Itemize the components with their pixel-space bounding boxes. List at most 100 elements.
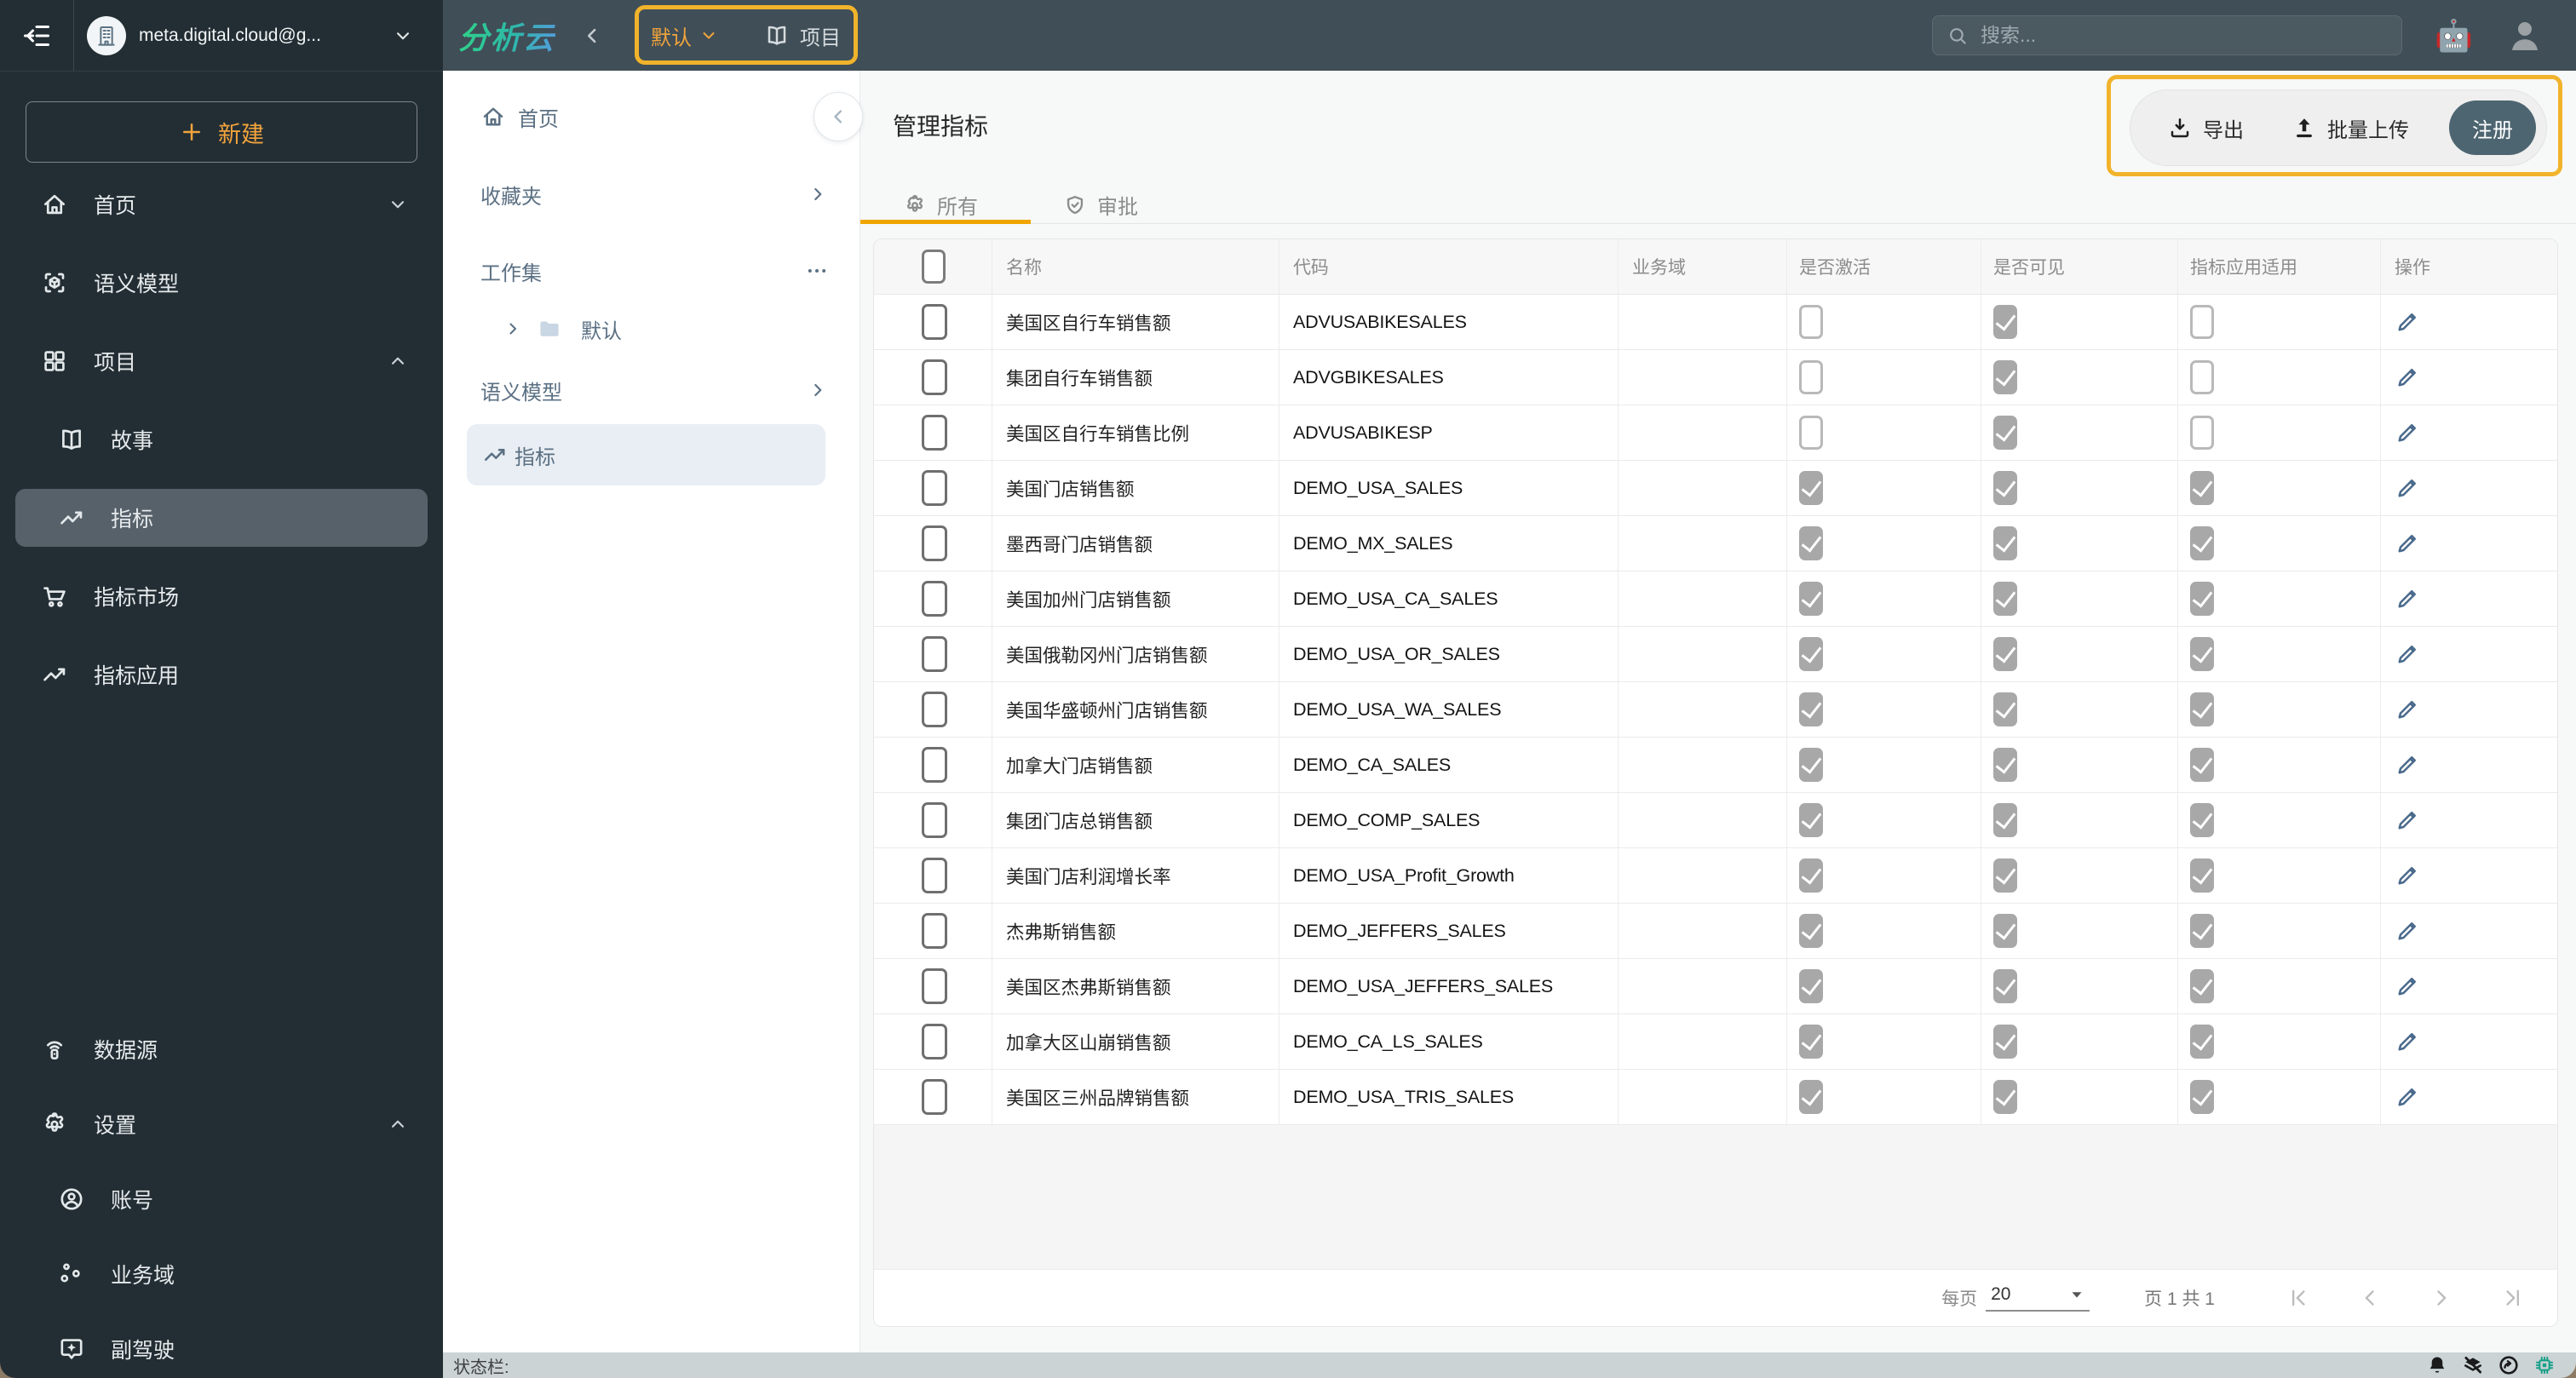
edit-icon[interactable] — [2395, 475, 2420, 501]
visible-checkbox[interactable] — [1993, 692, 2017, 726]
sidebar-item-metric-app[interactable]: 指标应用 — [0, 646, 443, 703]
chevron-right-icon[interactable] — [503, 319, 523, 339]
active-checkbox[interactable] — [1799, 360, 1823, 394]
edit-icon[interactable] — [2395, 641, 2420, 667]
sidebar-item-home[interactable]: 首页 — [0, 175, 443, 233]
visible-checkbox[interactable] — [1993, 637, 2017, 671]
panel-item-default-folder[interactable]: 默认 — [480, 301, 829, 356]
row-select-checkbox[interactable] — [922, 913, 947, 949]
row-select-checkbox[interactable] — [922, 858, 947, 893]
sidebar-item-semantic-model[interactable]: 语义模型 — [0, 254, 443, 312]
edit-icon[interactable] — [2395, 863, 2420, 888]
edit-icon[interactable] — [2395, 752, 2420, 778]
column-header-visible[interactable]: 是否可见 — [1981, 239, 2177, 294]
active-checkbox[interactable] — [1799, 748, 1823, 782]
visible-checkbox[interactable] — [1993, 305, 2017, 339]
edit-icon[interactable] — [2395, 531, 2420, 556]
bell-icon[interactable] — [2426, 1354, 2448, 1376]
select-all-checkbox[interactable] — [922, 250, 946, 284]
sidebar-item-project[interactable]: 项目 — [0, 332, 443, 390]
visible-checkbox[interactable] — [1993, 969, 2017, 1003]
sidebar-item-copilot[interactable]: 副驾驶 — [0, 1320, 443, 1378]
sidebar-item-metrics[interactable]: 指标 — [15, 489, 428, 547]
export-button[interactable]: 导出 — [2167, 113, 2244, 143]
active-checkbox[interactable] — [1799, 803, 1823, 837]
active-checkbox[interactable] — [1799, 637, 1823, 671]
next-page-icon[interactable] — [2429, 1286, 2453, 1310]
app-applicable-checkbox[interactable] — [2190, 1080, 2214, 1114]
panel-item-favorites[interactable]: 收藏夹 — [480, 167, 829, 221]
app-applicable-checkbox[interactable] — [2190, 914, 2214, 948]
row-select-checkbox[interactable] — [922, 747, 947, 783]
workspace-dropdown[interactable]: 默认 — [651, 20, 719, 50]
app-applicable-checkbox[interactable] — [2190, 416, 2214, 450]
app-applicable-checkbox[interactable] — [2190, 305, 2214, 339]
active-checkbox[interactable] — [1799, 914, 1823, 948]
app-applicable-checkbox[interactable] — [2190, 969, 2214, 1003]
row-select-checkbox[interactable] — [922, 692, 947, 727]
row-select-checkbox[interactable] — [922, 802, 947, 838]
edit-icon[interactable] — [2395, 365, 2420, 390]
tab-all[interactable]: 所有 — [903, 190, 978, 220]
column-header-operations[interactable]: 操作 — [2380, 239, 2557, 294]
visible-checkbox[interactable] — [1993, 360, 2017, 394]
visible-checkbox[interactable] — [1993, 1025, 2017, 1059]
visible-checkbox[interactable] — [1993, 858, 2017, 893]
register-button[interactable]: 注册 — [2449, 100, 2536, 155]
row-select-checkbox[interactable] — [922, 1079, 947, 1115]
bulk-upload-button[interactable]: 批量上传 — [2291, 113, 2409, 143]
ellipsis-icon[interactable] — [805, 259, 829, 283]
assistant-robot-icon[interactable]: 🤖 — [2435, 18, 2473, 54]
panel-item-workset[interactable]: 工作集 — [480, 244, 829, 298]
row-select-checkbox[interactable] — [922, 1024, 947, 1059]
back-chevron-icon[interactable] — [579, 23, 605, 49]
column-header-code[interactable]: 代码 — [1279, 239, 1618, 294]
sidebar-item-account[interactable]: 账号 — [0, 1170, 443, 1228]
visible-checkbox[interactable] — [1993, 748, 2017, 782]
app-applicable-checkbox[interactable] — [2190, 637, 2214, 671]
column-header-app-applicable[interactable]: 指标应用适用 — [2177, 239, 2380, 294]
app-applicable-checkbox[interactable] — [2190, 748, 2214, 782]
row-select-checkbox[interactable] — [922, 304, 947, 340]
sidebar-item-settings[interactable]: 设置 — [0, 1095, 443, 1153]
edit-icon[interactable] — [2395, 309, 2420, 335]
panel-item-home[interactable]: 首页 — [480, 89, 829, 144]
edit-icon[interactable] — [2395, 1084, 2420, 1110]
active-checkbox[interactable] — [1799, 858, 1823, 893]
edit-icon[interactable] — [2395, 1029, 2420, 1054]
app-applicable-checkbox[interactable] — [2190, 1025, 2214, 1059]
sidebar-item-datasource[interactable]: 数据源 — [0, 1020, 443, 1078]
active-checkbox[interactable] — [1799, 692, 1823, 726]
edit-icon[interactable] — [2395, 918, 2420, 944]
active-checkbox[interactable] — [1799, 305, 1823, 339]
layers-off-icon[interactable] — [2462, 1354, 2484, 1376]
column-header-domain[interactable]: 业务域 — [1618, 239, 1786, 294]
panel-item-metrics[interactable]: 指标 — [467, 424, 825, 485]
row-select-checkbox[interactable] — [922, 415, 947, 451]
app-applicable-checkbox[interactable] — [2190, 471, 2214, 505]
active-checkbox[interactable] — [1799, 471, 1823, 505]
user-avatar-icon[interactable] — [2504, 15, 2545, 56]
active-checkbox[interactable] — [1799, 969, 1823, 1003]
panel-item-semantic-model[interactable]: 语义模型 — [480, 363, 829, 417]
new-button[interactable]: 新建 — [26, 101, 417, 163]
visible-checkbox[interactable] — [1993, 1080, 2017, 1114]
row-select-checkbox[interactable] — [922, 359, 947, 395]
active-checkbox[interactable] — [1799, 416, 1823, 450]
visible-checkbox[interactable] — [1993, 416, 2017, 450]
row-select-checkbox[interactable] — [922, 636, 947, 672]
panel-collapse-button[interactable] — [814, 92, 863, 141]
app-applicable-checkbox[interactable] — [2190, 692, 2214, 726]
app-applicable-checkbox[interactable] — [2190, 858, 2214, 893]
search-input[interactable] — [1979, 23, 2388, 48]
row-select-checkbox[interactable] — [922, 581, 947, 617]
edit-icon[interactable] — [2395, 697, 2420, 722]
chip-icon[interactable] — [2533, 1354, 2556, 1376]
sidebar-item-business-domain[interactable]: 业务域 — [0, 1245, 443, 1303]
row-select-checkbox[interactable] — [922, 525, 947, 561]
edit-icon[interactable] — [2395, 807, 2420, 833]
app-applicable-checkbox[interactable] — [2190, 803, 2214, 837]
collapse-menu-icon[interactable] — [0, 0, 73, 71]
per-page-select[interactable]: 20 — [1986, 1284, 2090, 1312]
row-select-checkbox[interactable] — [922, 470, 947, 506]
